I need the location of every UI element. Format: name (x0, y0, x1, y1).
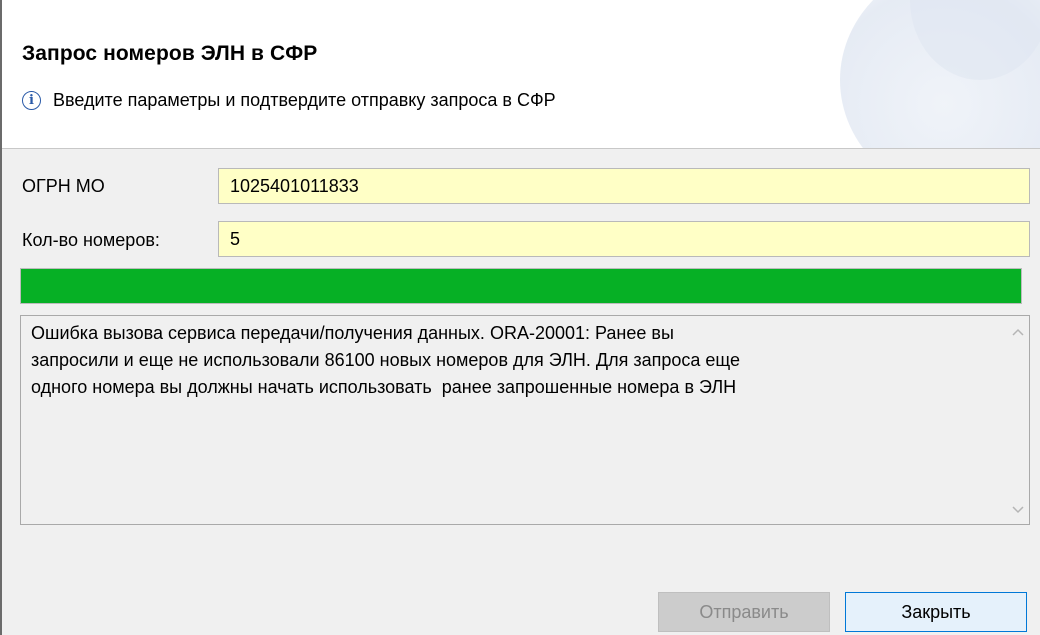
message-textarea[interactable]: Ошибка вызова сервиса передачи/получения… (20, 315, 1030, 525)
progress-bar (20, 268, 1022, 304)
dialog-title: Запрос номеров ЭЛН в СФР (22, 42, 318, 65)
header-separator (2, 148, 1040, 149)
vertical-scrollbar[interactable] (1007, 316, 1029, 524)
scroll-up-icon[interactable] (1011, 326, 1025, 340)
scroll-down-icon[interactable] (1011, 502, 1025, 516)
ogrn-label: ОГРН МО (22, 176, 105, 196)
close-button[interactable]: Закрыть (845, 592, 1027, 632)
count-label: Кол-во номеров: (22, 230, 160, 250)
count-field[interactable]: 5 (218, 221, 1030, 257)
error-message-text: Ошибка вызова сервиса передачи/получения… (31, 323, 741, 397)
ogrn-field[interactable]: 1025401011833 (218, 168, 1030, 204)
dialog-header: Запрос номеров ЭЛН в СФР i Введите парам… (2, 0, 1040, 148)
info-icon: i (22, 91, 41, 110)
info-message: i Введите параметры и подтвердите отправ… (22, 90, 556, 111)
send-button[interactable]: Отправить (658, 592, 830, 632)
progress-fill (21, 269, 1021, 303)
info-text: Введите параметры и подтвердите отправку… (53, 90, 556, 110)
